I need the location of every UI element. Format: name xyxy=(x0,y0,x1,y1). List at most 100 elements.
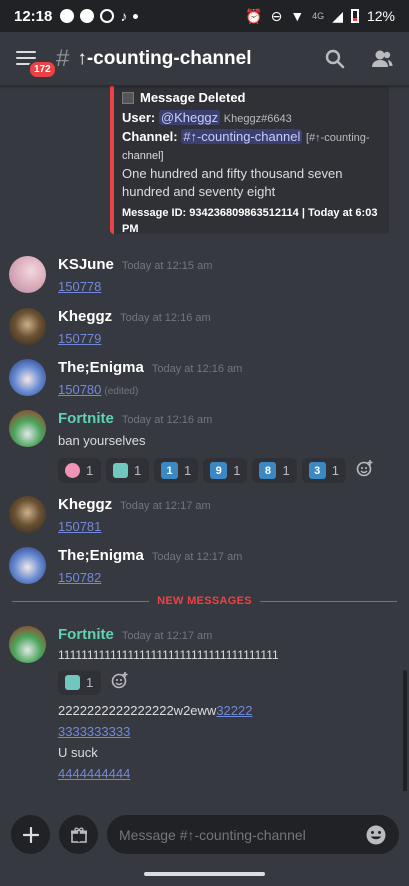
keycap-9-icon: 9 xyxy=(210,462,228,479)
avatar[interactable] xyxy=(9,308,46,345)
battery-level: 12% xyxy=(366,8,395,24)
embed-content-1: One hundred and fifty thousand seven xyxy=(122,166,343,181)
network-type: 4G xyxy=(312,11,325,21)
avatar[interactable] xyxy=(9,626,46,663)
username[interactable]: KSJune xyxy=(58,256,114,273)
username[interactable]: Fortnite xyxy=(58,626,114,643)
embed-channel-tag-cont: channel] xyxy=(122,150,164,162)
keycap-1-icon: 1 xyxy=(161,462,178,479)
username[interactable]: The;Enigma xyxy=(58,359,144,376)
gift-icon xyxy=(70,826,87,843)
members-icon[interactable] xyxy=(371,49,393,69)
timestamp: Today at 12:16 am xyxy=(151,363,243,375)
message-text: ban yourselves xyxy=(58,433,146,448)
keycap-8-icon: 8 xyxy=(259,462,277,479)
embed-footer-1: Message ID: 934236809863512114 | Today a… xyxy=(122,207,378,219)
timestamp: Today at 12:17 am xyxy=(120,500,211,512)
search-icon[interactable] xyxy=(325,49,345,69)
message-text[interactable]: 150779 xyxy=(58,331,101,346)
edited-tag: (edited) xyxy=(104,386,139,397)
avatar[interactable] xyxy=(9,256,46,293)
teal-shirt-emoji-icon xyxy=(65,675,80,690)
embed-user-tag: Kheggz#6643 xyxy=(223,113,292,125)
message-composer xyxy=(0,791,409,886)
embed-user-label: User: xyxy=(122,110,156,125)
system-icons: ⏰ ⊖ ▼ 4G ◢ 12% xyxy=(245,8,395,25)
reaction[interactable]: 1 xyxy=(58,458,101,483)
username[interactable]: Fortnite xyxy=(58,410,114,427)
reactions: 1 1 11 91 81 31 xyxy=(58,458,375,483)
wifi-icon: ▼ xyxy=(290,8,305,24)
message-text: U suck xyxy=(58,745,98,760)
add-reaction-icon[interactable] xyxy=(355,458,375,478)
add-reaction-icon[interactable] xyxy=(110,670,130,690)
messenger-icon xyxy=(60,9,75,23)
username[interactable]: The;Enigma xyxy=(58,547,144,564)
more-notifications-icon xyxy=(133,13,139,19)
reaction[interactable]: 1 xyxy=(58,670,101,695)
timestamp: Today at 12:16 am xyxy=(120,312,211,324)
message-text[interactable]: 150778 xyxy=(58,279,101,294)
avatar[interactable] xyxy=(9,496,46,533)
signal-icon: ◢ xyxy=(332,7,343,24)
embed-channel-label: Channel: xyxy=(122,129,178,144)
user-mention[interactable]: @Kheggz xyxy=(158,110,221,125)
message-text: 2222222222222222w2eww xyxy=(58,703,217,718)
keycap-3-icon: 3 xyxy=(308,462,326,479)
avatar[interactable] xyxy=(9,359,46,396)
reaction[interactable]: 1 xyxy=(106,458,149,483)
timestamp: Today at 12:17 am xyxy=(151,551,243,563)
embed-channel-tag: [#↑-counting- xyxy=(305,132,370,144)
message-input[interactable] xyxy=(119,826,365,843)
notification-app-icon xyxy=(80,9,95,23)
embed-content-2: hundred and seventy eight xyxy=(122,184,276,199)
pink-face-emoji-icon xyxy=(65,463,80,478)
hash-icon: # xyxy=(56,44,70,72)
reaction[interactable]: 81 xyxy=(252,458,297,483)
username[interactable]: Kheggz xyxy=(58,496,112,513)
avatar[interactable] xyxy=(9,410,46,447)
unread-badge: 172 xyxy=(28,60,57,79)
deleted-icon xyxy=(122,91,134,104)
plus-icon xyxy=(22,826,39,843)
attach-button[interactable] xyxy=(11,815,50,854)
timestamp: Today at 12:17 am xyxy=(121,630,213,642)
channel-mention[interactable]: #↑-counting-channel xyxy=(181,129,303,144)
notification-icons: ♪ xyxy=(60,8,139,24)
gift-button[interactable] xyxy=(59,815,98,854)
message-text[interactable]: 150781 xyxy=(58,519,101,534)
reaction[interactable]: 11 xyxy=(154,458,199,483)
status-time: 12:18 xyxy=(14,7,53,25)
message-feed[interactable]: Message Deleted User: @Kheggz Kheggz#664… xyxy=(0,86,409,791)
timestamp: Today at 12:15 am xyxy=(121,260,213,272)
embed-title: Message Deleted xyxy=(140,90,246,105)
dnd-icon: ⊖ xyxy=(270,7,283,24)
channel-title[interactable]: ↑-counting-channel xyxy=(77,48,251,70)
check-icon xyxy=(100,9,115,23)
avatar[interactable] xyxy=(9,547,46,584)
emoji-icon[interactable] xyxy=(365,824,387,846)
status-bar: 12:18 ♪ ⏰ ⊖ ▼ 4G ◢ 12% xyxy=(0,0,409,32)
username[interactable]: Kheggz xyxy=(58,308,112,325)
battery-icon xyxy=(350,9,359,23)
message-link[interactable]: 4444444444 xyxy=(58,766,130,781)
deleted-message-embed: Message Deleted User: @Kheggz Kheggz#664… xyxy=(110,86,389,235)
message-text: 11111111111111111111111111111111111111 xyxy=(58,648,279,662)
tiktok-icon: ♪ xyxy=(120,8,128,24)
new-messages-divider: NEW MESSAGES xyxy=(12,594,398,608)
channel-header: # ↑-counting-channel xyxy=(0,32,409,86)
message-link[interactable]: 3333333333 xyxy=(58,724,130,739)
timestamp: Today at 12:16 am xyxy=(121,414,213,426)
new-messages-label: NEW MESSAGES xyxy=(157,595,252,607)
embed-footer-2: PM xyxy=(122,223,139,235)
message-input-box[interactable] xyxy=(107,815,399,854)
gesture-nav-handle[interactable] xyxy=(144,872,265,876)
message-text[interactable]: 150780 xyxy=(58,382,101,397)
reaction[interactable]: 91 xyxy=(203,458,248,483)
scrollbar[interactable] xyxy=(403,670,407,805)
teal-shirt-emoji-icon xyxy=(113,463,128,478)
reactions: 1 xyxy=(58,670,130,695)
message-link[interactable]: 32222 xyxy=(216,703,252,718)
reaction[interactable]: 31 xyxy=(301,458,346,483)
message-text[interactable]: 150782 xyxy=(58,570,101,585)
